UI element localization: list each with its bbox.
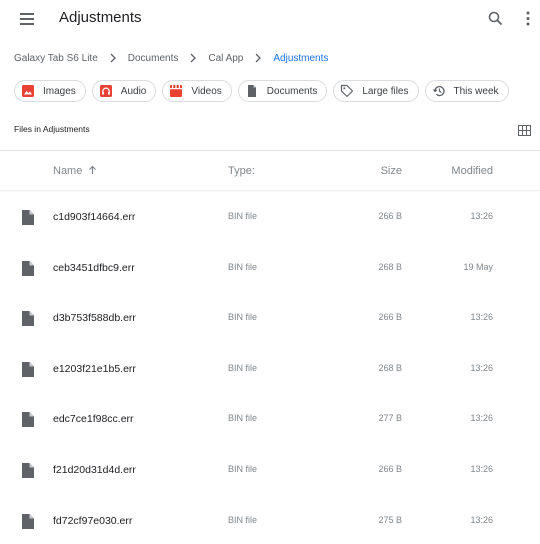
file-modified: 13:26: [470, 464, 493, 474]
file-icon: [22, 463, 34, 478]
column-header-modified[interactable]: Modified: [451, 165, 493, 177]
file-size: 266 B: [378, 312, 402, 322]
file-type: BIN file: [228, 262, 258, 272]
top-app-bar: Adjustments: [0, 0, 540, 38]
column-header-label: Name: [53, 165, 83, 177]
chip-documents[interactable]: Documents: [237, 80, 328, 102]
file-icon: [22, 261, 34, 276]
breadcrumb-item-current[interactable]: Adjustments: [273, 53, 328, 64]
file-modified: 19 May: [463, 262, 493, 272]
file-type: BIN file: [228, 464, 258, 474]
breadcrumb-item-device[interactable]: Galaxy Tab S6 Lite: [14, 53, 98, 64]
file-row[interactable]: d3b753f588db.err BIN file 266 B 13:26: [0, 302, 540, 352]
file-modified: 13:26: [470, 515, 493, 525]
breadcrumb-item-documents[interactable]: Documents: [128, 53, 179, 64]
file-row[interactable]: c1d903f14664.err BIN file 266 B 13:26: [0, 201, 540, 251]
file-name: c1d903f14664.err: [53, 211, 136, 223]
chip-this-week[interactable]: This week: [424, 80, 509, 102]
file-modified: 13:26: [470, 211, 493, 221]
chip-audio[interactable]: Audio: [91, 80, 157, 102]
chevron-right-icon: [255, 53, 262, 63]
file-name: ceb3451dfbc9.err: [53, 262, 135, 274]
file-icon: [22, 210, 34, 225]
file-modified: 13:26: [470, 312, 493, 322]
film-icon: [169, 84, 183, 98]
file-icon: [22, 514, 34, 529]
file-name: e1203f21e1b5.err: [53, 363, 136, 375]
column-header-size[interactable]: Size: [381, 165, 402, 177]
file-name: d3b753f588db.err: [53, 312, 136, 324]
chip-large-files[interactable]: Large files: [333, 80, 419, 102]
more-options-icon[interactable]: [518, 9, 538, 29]
file-type: BIN file: [228, 363, 258, 373]
file-size: 268 B: [378, 262, 402, 272]
file-type: BIN file: [228, 211, 258, 221]
chip-images[interactable]: Images: [14, 80, 86, 102]
column-header-type[interactable]: Type:: [228, 165, 255, 177]
history-icon: [432, 84, 446, 98]
chevron-right-icon: [110, 53, 116, 63]
file-modified: 13:26: [470, 363, 493, 373]
chip-label: Documents: [266, 85, 318, 97]
file-icon: [22, 362, 34, 377]
file-type: BIN file: [228, 413, 258, 423]
file-row[interactable]: edc7ce1f98cc.err BIN file 277 B 13:26: [0, 403, 540, 453]
image-icon: [21, 84, 35, 98]
tag-icon: [340, 84, 354, 98]
grid-view-icon[interactable]: [518, 123, 531, 136]
file-row[interactable]: e1203f21e1b5.err BIN file 268 B 13:26: [0, 353, 540, 403]
breadcrumb: Galaxy Tab S6 Lite Documents Cal App Adj…: [14, 51, 328, 65]
breadcrumb-item-cal-app[interactable]: Cal App: [208, 53, 243, 64]
file-modified: 13:26: [470, 413, 493, 423]
file-row[interactable]: fd72cf97e030.err BIN file 275 B 13:26: [0, 505, 540, 544]
file-size: 275 B: [378, 515, 402, 525]
chevron-right-icon: [190, 53, 197, 63]
document-icon: [245, 84, 259, 98]
sort-ascending-icon: [89, 165, 97, 174]
chip-videos[interactable]: Videos: [162, 80, 232, 102]
file-row[interactable]: ceb3451dfbc9.err BIN file 268 B 19 May: [0, 252, 540, 302]
chip-label: Audio: [120, 85, 147, 97]
file-size: 266 B: [378, 464, 402, 474]
file-name: fd72cf97e030.err: [53, 515, 133, 527]
file-size: 277 B: [378, 413, 402, 423]
file-type: BIN file: [228, 312, 258, 322]
chip-label: This week: [453, 85, 499, 97]
hamburger-menu-icon[interactable]: [18, 11, 38, 27]
file-icon: [22, 311, 34, 326]
file-size: 268 B: [378, 363, 402, 373]
file-name: edc7ce1f98cc.err: [53, 413, 134, 425]
headphones-icon: [99, 84, 113, 98]
file-name: f21d20d31d4d.err: [53, 464, 136, 476]
column-header-name[interactable]: Name: [53, 165, 97, 177]
page-title: Adjustments: [59, 9, 142, 26]
file-row[interactable]: f21d20d31d4d.err BIN file 266 B 13:26: [0, 454, 540, 504]
file-icon: [22, 412, 34, 427]
file-type: BIN file: [228, 515, 258, 525]
chip-label: Images: [43, 85, 76, 97]
section-title: Files in Adjustments: [14, 124, 90, 134]
divider: [0, 150, 540, 151]
file-size: 266 B: [378, 211, 402, 221]
search-icon[interactable]: [486, 9, 506, 29]
chip-label: Videos: [191, 85, 222, 97]
chip-label: Large files: [362, 85, 409, 97]
divider: [0, 190, 540, 192]
filter-chips: Images Audio Videos Documents Large file…: [14, 80, 515, 102]
